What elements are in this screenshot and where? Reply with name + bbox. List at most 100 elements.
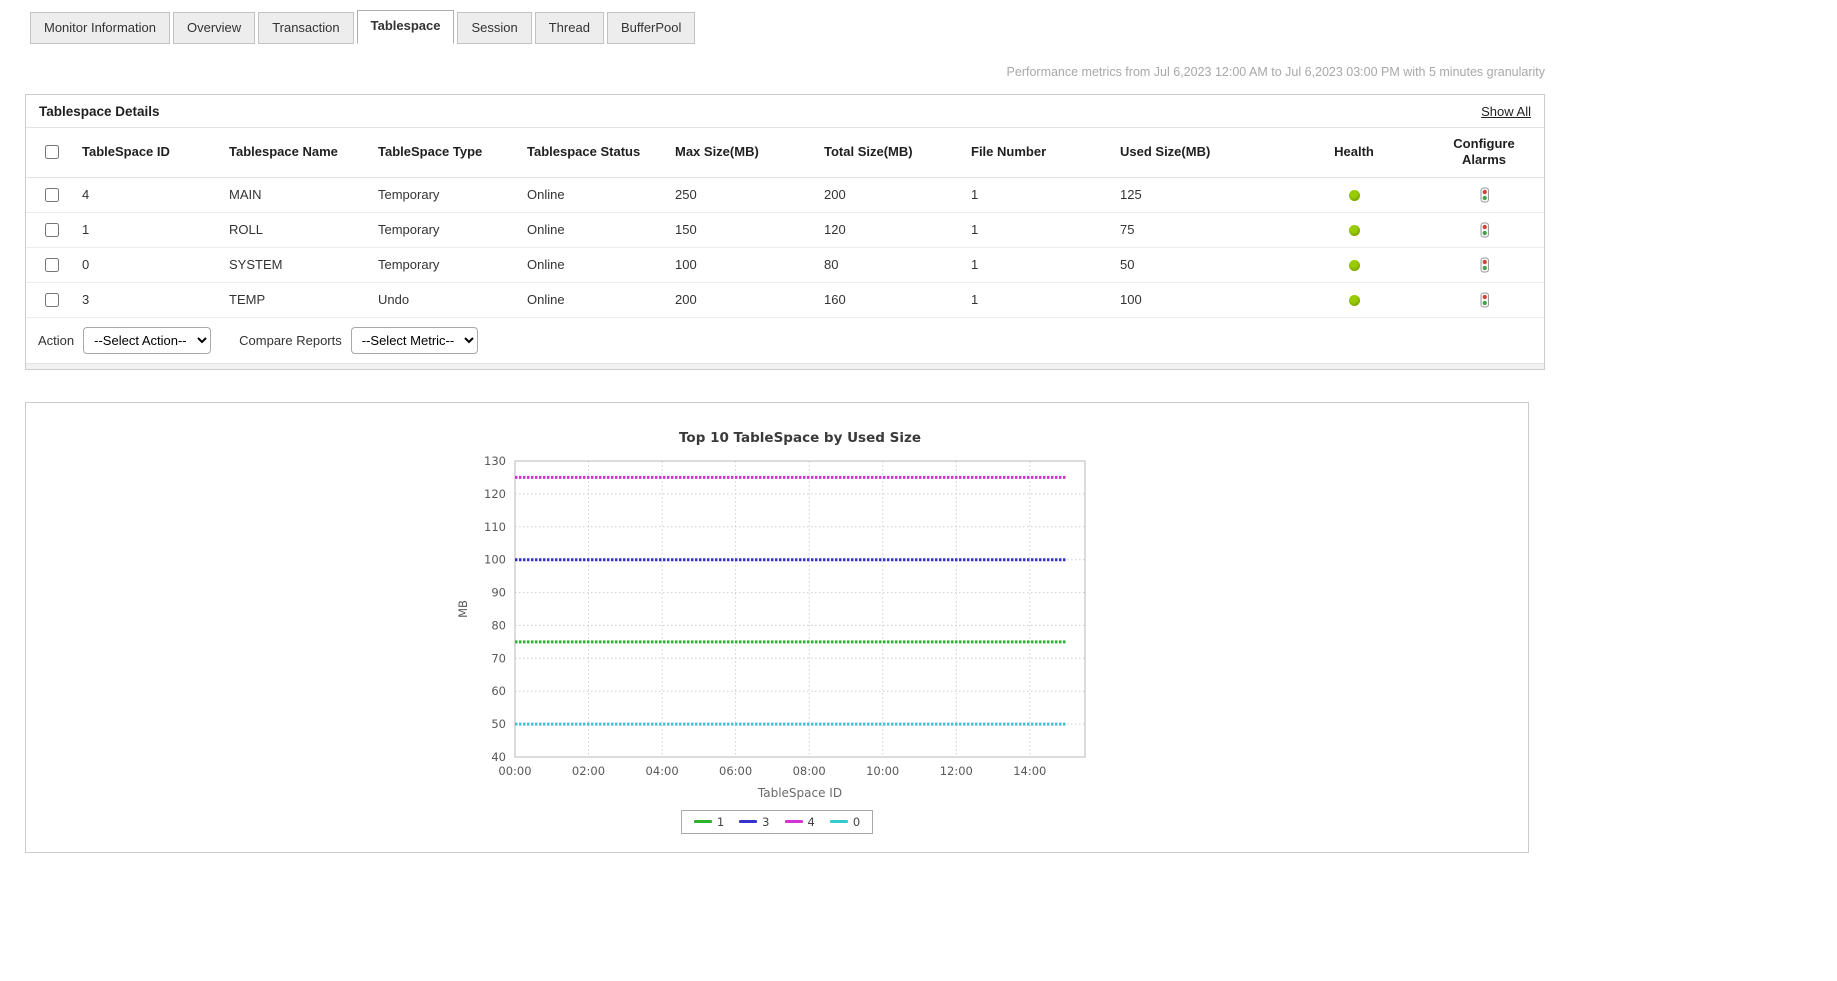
used-size-chart: Top 10 TableSpace by Used Size4050607080… bbox=[26, 419, 1528, 808]
cell-max-size-mb: 100 bbox=[669, 247, 818, 282]
cell-tablespace-type: Temporary bbox=[372, 212, 521, 247]
chart-title: Top 10 TableSpace by Used Size bbox=[679, 430, 921, 446]
cell-used-size-mb: 100 bbox=[1114, 282, 1284, 317]
tab-tablespace[interactable]: Tablespace bbox=[357, 10, 455, 44]
health-ok-icon bbox=[1349, 295, 1360, 306]
tab-transaction[interactable]: Transaction bbox=[258, 12, 353, 44]
action-label: Action bbox=[38, 333, 74, 348]
legend-label: 1 bbox=[717, 815, 724, 829]
svg-text:80: 80 bbox=[491, 618, 506, 632]
table-row: 3TEMPUndoOnline2001601100 bbox=[26, 282, 1544, 317]
cell-tablespace-type: Temporary bbox=[372, 177, 521, 212]
panel-header: Tablespace Details Show All bbox=[26, 95, 1544, 127]
column-header-total-size-mb-: Total Size(MB) bbox=[818, 128, 965, 178]
row-checkbox[interactable] bbox=[45, 258, 59, 272]
column-header-tablespace-status: Tablespace Status bbox=[521, 128, 669, 178]
chart-legend-box: 1340 bbox=[681, 810, 873, 834]
column-header-tablespace-id: TableSpace ID bbox=[76, 128, 223, 178]
show-all-link[interactable]: Show All bbox=[1481, 104, 1531, 119]
action-bar: Action --Select Action-- Compare Reports… bbox=[26, 318, 1544, 363]
table-header-row: TableSpace IDTablespace NameTableSpace T… bbox=[26, 128, 1544, 178]
column-header-tablespace-name: Tablespace Name bbox=[223, 128, 372, 178]
select-all-header-cell bbox=[26, 128, 76, 178]
cell-used-size-mb: 125 bbox=[1114, 177, 1284, 212]
cell-tablespace-name: SYSTEM bbox=[223, 247, 372, 282]
cell-max-size-mb: 250 bbox=[669, 177, 818, 212]
legend-label: 3 bbox=[762, 815, 769, 829]
cell-tablespace-status: Online bbox=[521, 282, 669, 317]
compare-reports-label: Compare Reports bbox=[239, 333, 342, 348]
tablespace-details-panel: Tablespace Details Show All TableSpace I… bbox=[25, 94, 1545, 370]
svg-text:110: 110 bbox=[484, 519, 506, 533]
cell-file-number: 1 bbox=[965, 282, 1114, 317]
row-checkbox[interactable] bbox=[45, 293, 59, 307]
table-row: 1ROLLTemporaryOnline150120175 bbox=[26, 212, 1544, 247]
cell-used-size-mb: 75 bbox=[1114, 212, 1284, 247]
configure-alarm-cell bbox=[1424, 177, 1544, 212]
legend-label: 0 bbox=[853, 815, 860, 829]
svg-text:08:00: 08:00 bbox=[793, 764, 826, 778]
health-cell bbox=[1284, 212, 1424, 247]
cell-tablespace-id: 4 bbox=[76, 177, 223, 212]
cell-tablespace-id: 1 bbox=[76, 212, 223, 247]
tab-thread[interactable]: Thread bbox=[535, 12, 604, 44]
action-select[interactable]: --Select Action-- bbox=[83, 327, 211, 354]
row-checkbox[interactable] bbox=[45, 188, 59, 202]
tab-overview[interactable]: Overview bbox=[173, 12, 255, 44]
health-cell bbox=[1284, 247, 1424, 282]
row-checkbox-cell bbox=[26, 177, 76, 212]
svg-text:02:00: 02:00 bbox=[572, 764, 605, 778]
svg-text:130: 130 bbox=[484, 454, 506, 468]
legend-line-swatch bbox=[785, 820, 803, 823]
performance-metrics-note: Performance metrics from Jul 6,2023 12:0… bbox=[25, 65, 1545, 79]
health-cell bbox=[1284, 177, 1424, 212]
select-all-checkbox[interactable] bbox=[45, 145, 59, 159]
x-axis-label: TableSpace ID bbox=[757, 786, 842, 800]
legend-line-swatch bbox=[694, 820, 712, 823]
chart-legend: 1340 bbox=[26, 810, 1528, 834]
tab-session[interactable]: Session bbox=[457, 12, 531, 44]
configure-alarm-icon[interactable] bbox=[1478, 222, 1491, 238]
cell-tablespace-id: 3 bbox=[76, 282, 223, 317]
cell-file-number: 1 bbox=[965, 177, 1114, 212]
svg-text:06:00: 06:00 bbox=[719, 764, 752, 778]
tab-monitor-information[interactable]: Monitor Information bbox=[30, 12, 170, 44]
configure-alarm-icon[interactable] bbox=[1478, 257, 1491, 273]
cell-total-size-mb: 160 bbox=[818, 282, 965, 317]
cell-total-size-mb: 200 bbox=[818, 177, 965, 212]
tab-bar: Monitor InformationOverviewTransactionTa… bbox=[0, 0, 1837, 44]
svg-text:70: 70 bbox=[491, 651, 506, 665]
cell-tablespace-type: Temporary bbox=[372, 247, 521, 282]
svg-text:40: 40 bbox=[491, 750, 506, 764]
health-ok-icon bbox=[1349, 190, 1360, 201]
cell-max-size-mb: 150 bbox=[669, 212, 818, 247]
tablespace-table: TableSpace IDTablespace NameTableSpace T… bbox=[26, 127, 1544, 318]
configure-alarm-icon[interactable] bbox=[1478, 292, 1491, 308]
legend-line-swatch bbox=[830, 820, 848, 823]
cell-used-size-mb: 50 bbox=[1114, 247, 1284, 282]
panel-footer-strip bbox=[26, 363, 1544, 369]
column-header-file-number: File Number bbox=[965, 128, 1114, 178]
cell-total-size-mb: 80 bbox=[818, 247, 965, 282]
content-area: Performance metrics from Jul 6,2023 12:0… bbox=[25, 65, 1545, 853]
column-header-tablespace-type: TableSpace Type bbox=[372, 128, 521, 178]
svg-text:120: 120 bbox=[484, 486, 506, 500]
table-body: 4MAINTemporaryOnline25020011251ROLLTempo… bbox=[26, 177, 1544, 317]
configure-alarm-icon[interactable] bbox=[1478, 187, 1491, 203]
row-checkbox[interactable] bbox=[45, 223, 59, 237]
svg-text:100: 100 bbox=[484, 552, 506, 566]
svg-text:14:00: 14:00 bbox=[1013, 764, 1046, 778]
cell-tablespace-status: Online bbox=[521, 247, 669, 282]
svg-text:00:00: 00:00 bbox=[498, 764, 531, 778]
column-header-configure-alarms: Configure Alarms bbox=[1424, 128, 1544, 178]
compare-metric-select[interactable]: --Select Metric-- bbox=[351, 327, 478, 354]
tab-bufferpool[interactable]: BufferPool bbox=[607, 12, 695, 44]
column-header-max-size-mb-: Max Size(MB) bbox=[669, 128, 818, 178]
svg-text:90: 90 bbox=[491, 585, 506, 599]
row-checkbox-cell bbox=[26, 247, 76, 282]
panel-title: Tablespace Details bbox=[39, 104, 160, 119]
row-checkbox-cell bbox=[26, 212, 76, 247]
cell-total-size-mb: 120 bbox=[818, 212, 965, 247]
configure-alarm-cell bbox=[1424, 212, 1544, 247]
svg-text:10:00: 10:00 bbox=[866, 764, 899, 778]
